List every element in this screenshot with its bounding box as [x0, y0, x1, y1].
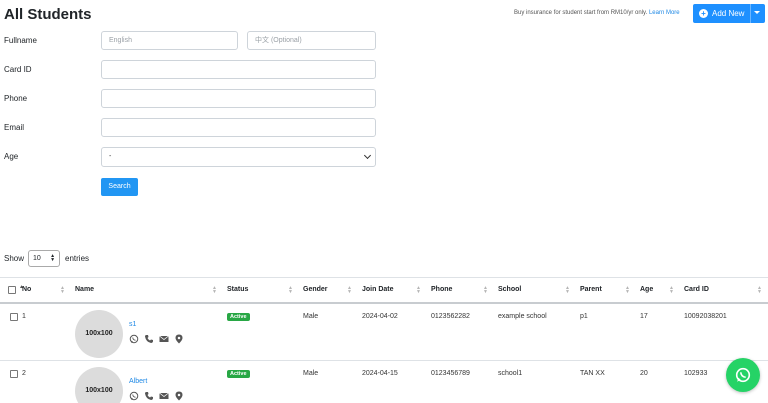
- row-status: Active: [223, 360, 299, 403]
- row-no: 1: [18, 302, 71, 361]
- row-gender: Male: [299, 360, 358, 403]
- whatsapp-icon: [735, 367, 751, 383]
- row-select-cell: [0, 360, 18, 403]
- chevron-down-icon: [363, 151, 372, 160]
- row-join-date: 2024-04-02: [358, 302, 427, 361]
- column-header-age[interactable]: Age ▲ ▼: [636, 277, 680, 304]
- student-name-link[interactable]: s1: [129, 321, 136, 328]
- select-all-header: ▲: [0, 277, 24, 304]
- sort-icon: ▲ ▼: [416, 285, 421, 295]
- mail-icon[interactable]: [159, 391, 169, 401]
- mail-icon[interactable]: [159, 334, 169, 344]
- entries-select[interactable]: 10 ▲ ▼: [28, 250, 61, 267]
- table-row: 2 100x100 Albert Active Male 2024-04-15 …: [0, 360, 768, 403]
- row-card-id: 10092038201: [680, 302, 768, 361]
- whatsapp-icon[interactable]: [129, 391, 139, 401]
- caret-down-icon[interactable]: [754, 11, 760, 14]
- column-header-join-date[interactable]: Join Date ▲ ▼: [358, 277, 427, 304]
- card-id-input[interactable]: [101, 60, 376, 79]
- sort-icon: ▲ ▼: [288, 285, 293, 295]
- location-icon[interactable]: [174, 334, 184, 344]
- phone-icon[interactable]: [144, 391, 154, 401]
- row-select-cell: [0, 302, 18, 361]
- whatsapp-icon[interactable]: [129, 334, 139, 344]
- row-no: 2: [18, 360, 71, 403]
- learn-more-link[interactable]: Learn More: [649, 10, 680, 16]
- row-name-cell: 100x100 s1: [71, 302, 223, 361]
- sort-icon: ▲ ▼: [347, 285, 352, 295]
- column-header-parent[interactable]: Parent ▲ ▼: [576, 277, 636, 304]
- sort-icon: ▲ ▼: [625, 285, 630, 295]
- row-parent: TAN XX: [576, 360, 636, 403]
- row-school: school1: [494, 360, 576, 403]
- table-header-row: ▲ No ▲ ▼ Name ▲ ▼ Status ▲ ▼ Gender ▲ ▼ Join Dat…: [0, 277, 768, 304]
- plus-icon: +: [699, 9, 708, 18]
- student-name-link[interactable]: Albert: [129, 378, 147, 385]
- table-row: 1 100x100 s1 Active Male 2024-04-02 0123…: [0, 302, 768, 361]
- entries-label: entries: [65, 254, 90, 263]
- row-age: 17: [636, 302, 680, 361]
- row-checkbox[interactable]: [10, 370, 18, 378]
- card-id-label: Card ID: [4, 65, 32, 74]
- avatar: 100x100: [75, 309, 123, 358]
- age-label: Age: [4, 152, 19, 161]
- avatar: 100x100: [75, 367, 123, 403]
- row-phone: 0123562282: [427, 302, 494, 361]
- column-header-name[interactable]: Name ▲ ▼: [71, 277, 223, 304]
- whatsapp-chat-button[interactable]: [726, 358, 760, 392]
- row-age: 20: [636, 360, 680, 403]
- row-school: example school: [494, 302, 576, 361]
- sort-icon: ▲ ▼: [60, 285, 65, 295]
- row-status: Active: [223, 302, 299, 361]
- insurance-promo: Buy insurance for student start from RM1…: [514, 10, 680, 16]
- row-name-cell: 100x100 Albert: [71, 360, 223, 403]
- students-table: ▲ No ▲ ▼ Name ▲ ▼ Status ▲ ▼ Gender ▲ ▼ Join Dat…: [0, 277, 768, 403]
- add-new-button[interactable]: + Add New: [693, 4, 765, 23]
- phone-label: Phone: [4, 94, 28, 103]
- column-header-card-id[interactable]: Card ID ▲ ▼: [680, 277, 768, 304]
- location-icon[interactable]: [174, 391, 184, 401]
- column-header-no[interactable]: No ▲ ▼: [18, 277, 71, 304]
- status-badge: Active: [227, 370, 250, 378]
- fullname-chinese-input[interactable]: 中文 (Optional): [247, 31, 376, 50]
- sort-icon: ▲ ▼: [757, 285, 762, 295]
- page-title: All Students: [4, 6, 92, 23]
- fullname-english-input[interactable]: English: [101, 31, 238, 50]
- sort-icon: ▲ ▼: [483, 285, 488, 295]
- sort-icon: ▲ ▼: [669, 285, 674, 295]
- row-join-date: 2024-04-15: [358, 360, 427, 403]
- fullname-label: Fullname: [4, 36, 37, 45]
- age-select-value: -: [109, 153, 112, 160]
- row-checkbox[interactable]: [10, 312, 18, 321]
- table-length-control: Show 10 ▲ ▼ entries: [4, 250, 89, 267]
- sort-icon: ▲ ▼: [565, 285, 570, 295]
- email-input[interactable]: [101, 118, 376, 137]
- phone-icon[interactable]: [144, 334, 154, 344]
- column-header-phone[interactable]: Phone ▲ ▼: [427, 277, 494, 304]
- status-badge: Active: [227, 312, 250, 321]
- dropdown-divider: [750, 4, 751, 23]
- add-new-label: Add New: [712, 9, 745, 18]
- row-parent: p1: [576, 302, 636, 361]
- select-all-checkbox[interactable]: [8, 286, 16, 295]
- contact-icons: [129, 334, 184, 344]
- sort-icon: ▲ ▼: [212, 285, 217, 295]
- email-label: Email: [4, 123, 25, 132]
- column-header-status[interactable]: Status ▲ ▼: [223, 277, 299, 304]
- row-gender: Male: [299, 302, 358, 361]
- search-button[interactable]: Search: [101, 178, 138, 196]
- column-header-school[interactable]: School ▲ ▼: [494, 277, 576, 304]
- entries-select-value: 10: [33, 255, 41, 262]
- show-label: Show: [4, 254, 25, 263]
- column-header-gender[interactable]: Gender ▲ ▼: [299, 277, 358, 304]
- promo-text: Buy insurance for student start from RM1…: [514, 10, 648, 16]
- sort-updown-icon: ▲ ▼: [50, 253, 56, 263]
- contact-icons: [129, 391, 184, 401]
- age-select[interactable]: -: [101, 147, 376, 167]
- phone-input[interactable]: [101, 89, 376, 108]
- row-phone: 0123456789: [427, 360, 494, 403]
